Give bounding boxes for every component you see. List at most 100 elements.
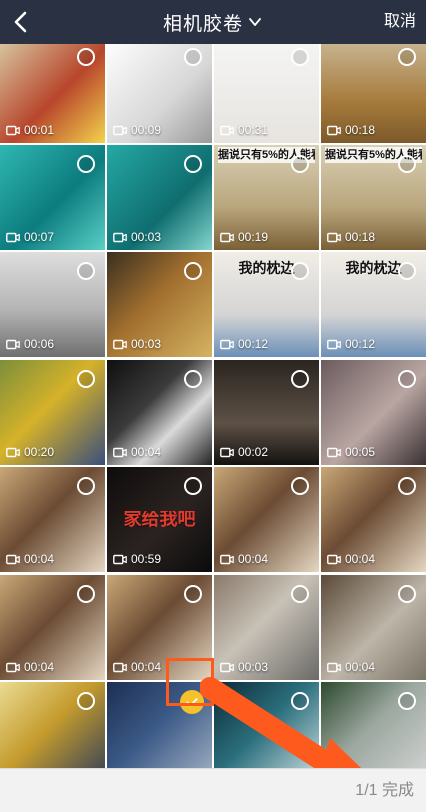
video-thumbnail[interactable]: 00:31	[214, 44, 319, 143]
page-title: 相机胶卷	[162, 13, 243, 35]
select-circle-icon[interactable]	[398, 477, 416, 495]
select-circle-icon[interactable]	[398, 262, 416, 280]
select-circle-icon[interactable]	[77, 370, 95, 388]
video-thumbnail[interactable]: 00:02	[0, 682, 105, 768]
select-circle-icon[interactable]	[398, 585, 416, 603]
video-camera-icon	[220, 339, 234, 349]
duration-badge: 00:04	[220, 552, 268, 566]
duration-badge: 00:04	[327, 660, 375, 674]
select-circle-icon[interactable]	[77, 477, 95, 495]
video-thumbnail[interactable]: 00:04	[321, 467, 426, 572]
video-camera-icon	[113, 554, 127, 564]
thumbnail-caption: 家给我吧	[123, 511, 196, 527]
video-camera-icon	[113, 662, 127, 672]
select-circle-icon[interactable]	[398, 155, 416, 173]
done-button[interactable]: 1/1 完成	[355, 769, 414, 812]
duration-badge: 00:03	[113, 230, 161, 244]
duration-text: 00:05	[345, 445, 376, 459]
select-circle-icon[interactable]	[77, 262, 95, 280]
select-circle-icon[interactable]	[291, 155, 309, 173]
video-thumbnail[interactable]: 00:03	[214, 575, 319, 680]
select-circle-icon[interactable]	[291, 477, 309, 495]
select-circle-icon[interactable]	[398, 370, 416, 388]
video-camera-icon	[220, 125, 234, 135]
video-camera-icon	[220, 447, 234, 457]
top-bar: 相机胶卷 取消	[0, 0, 426, 44]
video-camera-icon	[220, 662, 234, 672]
duration-badge: 00:31	[220, 123, 268, 137]
select-circle-icon[interactable]	[184, 48, 202, 66]
duration-text: 00:01	[24, 123, 55, 137]
duration-text: 00:59	[131, 552, 162, 566]
select-circle-icon[interactable]	[398, 692, 416, 710]
video-thumbnail[interactable]: 我的枕边 00:12	[321, 252, 426, 357]
select-circle-icon[interactable]	[291, 370, 309, 388]
select-circle-icon[interactable]	[291, 692, 309, 710]
chevron-down-icon	[247, 14, 263, 30]
duration-text: 00:02	[238, 445, 269, 459]
selection-highlight	[166, 658, 214, 706]
video-camera-icon	[327, 554, 341, 564]
select-circle-icon[interactable]	[291, 262, 309, 280]
select-circle-icon[interactable]	[291, 585, 309, 603]
duration-badge: 00:03	[220, 660, 268, 674]
video-thumbnail[interactable]: 00:03	[321, 682, 426, 768]
video-thumbnail[interactable]: 00:06	[0, 252, 105, 357]
video-thumbnail[interactable]: 00:01	[0, 44, 105, 143]
video-camera-icon	[327, 232, 341, 242]
video-thumbnail[interactable]: 家给我吧 00:59	[107, 467, 212, 572]
video-camera-icon	[6, 662, 20, 672]
duration-text: 00:20	[24, 445, 55, 459]
select-circle-icon[interactable]	[77, 585, 95, 603]
select-circle-icon[interactable]	[291, 48, 309, 66]
duration-text: 00:04	[24, 552, 55, 566]
select-circle-icon[interactable]	[77, 692, 95, 710]
video-thumbnail[interactable]: 00:04	[0, 575, 105, 680]
duration-badge: 00:03	[113, 337, 161, 351]
video-camera-icon	[6, 232, 20, 242]
video-thumbnail[interactable]: 00:04	[107, 360, 212, 465]
duration-badge: 00:19	[220, 230, 268, 244]
video-thumbnail[interactable]: 00:03	[107, 252, 212, 357]
video-thumbnail[interactable]: 00:09	[107, 44, 212, 143]
duration-badge: 00:12	[327, 337, 375, 351]
duration-text: 00:04	[131, 660, 162, 674]
cancel-button[interactable]: 取消	[384, 0, 416, 44]
video-camera-icon	[327, 662, 341, 672]
video-thumbnail[interactable]: 00:07	[0, 145, 105, 250]
select-circle-icon[interactable]	[184, 262, 202, 280]
video-camera-icon	[327, 339, 341, 349]
duration-badge: 00:12	[220, 337, 268, 351]
video-thumbnail[interactable]: 00:18	[321, 44, 426, 143]
select-circle-icon[interactable]	[398, 48, 416, 66]
select-circle-icon[interactable]	[184, 155, 202, 173]
select-circle-icon[interactable]	[184, 585, 202, 603]
video-camera-icon	[113, 447, 127, 457]
duration-text: 00:03	[238, 660, 269, 674]
select-circle-icon[interactable]	[77, 48, 95, 66]
video-camera-icon	[113, 125, 127, 135]
select-circle-icon[interactable]	[184, 370, 202, 388]
video-thumbnail[interactable]: 00:04	[214, 467, 319, 572]
album-picker[interactable]: 相机胶卷	[0, 0, 426, 44]
duration-badge: 00:07	[6, 230, 54, 244]
select-circle-icon[interactable]	[184, 477, 202, 495]
video-thumbnail[interactable]: 00:04	[321, 575, 426, 680]
video-thumbnail[interactable]: 00:02	[214, 360, 319, 465]
video-thumbnail[interactable]: 00:03	[107, 145, 212, 250]
video-thumbnail[interactable]: 00:05	[321, 360, 426, 465]
video-thumbnail[interactable]: 00:04	[0, 467, 105, 572]
video-camera-icon	[327, 447, 341, 457]
duration-text: 00:31	[238, 123, 269, 137]
duration-text: 00:03	[131, 337, 162, 351]
video-thumbnail[interactable]: 据说只有5%的人能看完00:18	[321, 145, 426, 250]
video-thumbnail[interactable]: 00:04	[214, 682, 319, 768]
video-thumbnail[interactable]: 据说只有5%的人能看完00:19	[214, 145, 319, 250]
duration-text: 00:18	[345, 230, 376, 244]
select-circle-icon[interactable]	[77, 155, 95, 173]
video-thumbnail[interactable]: 00:20	[0, 360, 105, 465]
video-thumbnail[interactable]: 我的枕边 00:12	[214, 252, 319, 357]
duration-text: 00:04	[345, 660, 376, 674]
duration-badge: 00:02	[220, 445, 268, 459]
duration-badge: 00:04	[113, 445, 161, 459]
